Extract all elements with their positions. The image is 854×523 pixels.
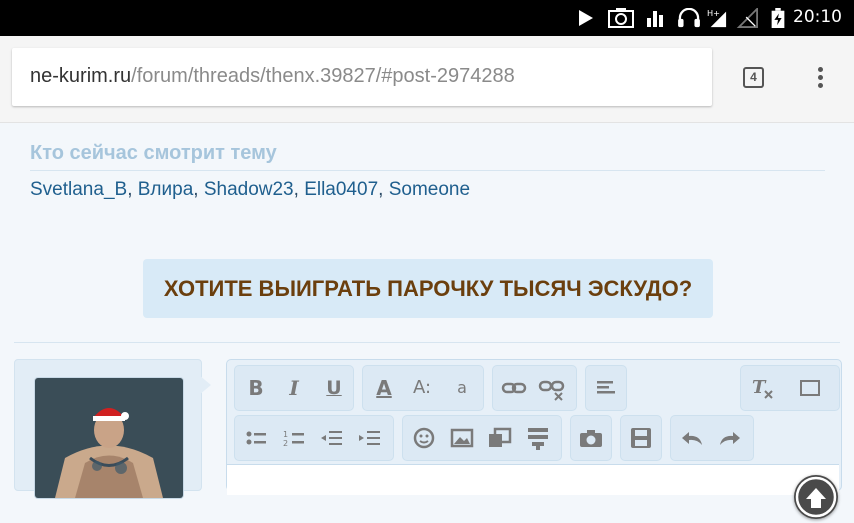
toolbar-group-insert [402, 415, 562, 461]
svg-text:2: 2 [283, 439, 288, 448]
list-separator: , [293, 179, 305, 200]
signal-h-plus-icon: H+ [707, 8, 727, 28]
remove-format-icon[interactable]: T [747, 373, 777, 403]
clock: 20:10 [793, 7, 842, 27]
toolbar-group-font: A A: a [362, 365, 484, 411]
camera-icon[interactable] [576, 423, 606, 453]
redo-icon[interactable] [715, 423, 745, 453]
status-bar: H+ 20:10 [0, 0, 854, 36]
align-icon[interactable] [591, 373, 621, 403]
address-bar[interactable]: ne-kurim.ru/forum/threads/thenx.39827/#p… [12, 48, 712, 106]
font-family-icon[interactable]: a [447, 373, 477, 403]
list-separator: , [127, 179, 138, 200]
svg-text:T: T [752, 377, 767, 398]
url-host: ne-kurim.ru [30, 65, 132, 87]
poster-panel [14, 359, 202, 499]
user-link[interactable]: Svetlana_B [30, 179, 127, 200]
play-icon [579, 10, 593, 26]
list-separator: , [193, 179, 204, 200]
menu-dot-icon [817, 67, 823, 72]
toolbar-group-history [670, 415, 754, 461]
who-viewing-list: Svetlana_B, Влира, Shadow23, Ella0407, S… [30, 179, 470, 201]
toolbar-group-save [620, 415, 662, 461]
poster-arrow [199, 375, 211, 395]
avatar-image [35, 378, 183, 498]
quote-icon[interactable] [523, 423, 553, 453]
headphones-icon [678, 8, 700, 28]
overflow-menu-button[interactable] [810, 64, 830, 92]
link-icon[interactable] [499, 373, 529, 403]
toolbar-group-text: B I U [234, 365, 354, 411]
outdent-icon[interactable] [317, 423, 347, 453]
italic-icon[interactable]: I [279, 373, 309, 403]
arrow-up-icon [795, 476, 837, 518]
screenshot-icon [608, 8, 634, 28]
media-icon[interactable] [485, 423, 515, 453]
user-link[interactable]: Влира [138, 179, 194, 200]
who-viewing-title: Кто сейчас смотрит тему [30, 142, 277, 164]
underline-icon[interactable]: U [319, 373, 349, 403]
tab-switcher-button[interactable]: 4 [743, 67, 764, 88]
bold-icon[interactable]: B [241, 373, 271, 403]
user-link[interactable]: Ella0407 [304, 179, 378, 200]
indent-icon[interactable] [355, 423, 385, 453]
reply-editor: B I U A A: a T 12 [226, 359, 842, 495]
bullet-list-icon[interactable] [241, 423, 271, 453]
browser-toolbar: ne-kurim.ru/forum/threads/thenx.39827/#p… [0, 36, 854, 123]
sound-bars-icon [647, 11, 663, 27]
save-icon[interactable] [626, 423, 656, 453]
smiley-icon[interactable] [409, 423, 439, 453]
toolbar-group-lists: 12 [234, 415, 394, 461]
scroll-to-top-button[interactable] [794, 475, 838, 519]
url-text[interactable]: ne-kurim.ru/forum/threads/thenx.39827/#p… [30, 65, 515, 88]
toolbar-group-align [585, 365, 627, 411]
menu-dot-icon [817, 75, 823, 80]
source-icon[interactable] [795, 373, 825, 403]
promo-banner[interactable]: ХОТИТЕ ВЫИГРАТЬ ПАРОЧКУ ТЫСЯЧ ЭСКУДО? [143, 259, 713, 318]
url-path: /forum/threads/thenx.39827/#post-2974288 [131, 65, 515, 87]
user-link[interactable]: Shadow23 [204, 179, 294, 200]
battery-charging-icon [771, 8, 785, 28]
page-content: Кто сейчас смотрит тему Svetlana_B, Влир… [0, 123, 854, 519]
toolbar-group-link [492, 365, 577, 411]
toolbar-group-camera [570, 415, 612, 461]
numbered-list-icon[interactable]: 12 [279, 423, 309, 453]
menu-dot-icon [817, 83, 823, 88]
svg-text:1: 1 [283, 430, 288, 439]
toolbar-group-format: T [740, 365, 840, 411]
font-color-icon[interactable]: A [369, 373, 399, 403]
section-divider [14, 342, 840, 343]
undo-icon[interactable] [677, 423, 707, 453]
list-separator: , [378, 179, 389, 200]
image-icon[interactable] [447, 423, 477, 453]
unlink-icon[interactable] [537, 373, 567, 403]
avatar[interactable] [34, 377, 184, 499]
svg-text:H+: H+ [707, 8, 720, 18]
no-signal-icon [736, 8, 758, 28]
user-link[interactable]: Someone [389, 179, 470, 200]
font-size-icon[interactable]: A: [407, 373, 437, 403]
section-divider [30, 170, 825, 171]
